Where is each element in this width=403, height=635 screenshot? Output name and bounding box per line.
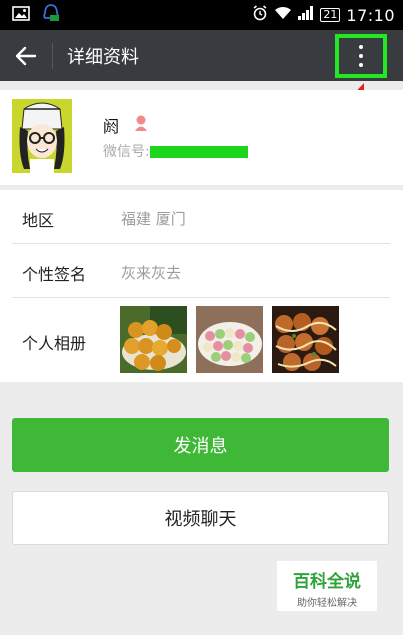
watermark-logo: 百科全说 助你轻松解决 xyxy=(277,561,377,611)
region-label: 地区 xyxy=(22,211,55,230)
action-bar-divider xyxy=(52,43,53,69)
signal-icon xyxy=(298,6,314,24)
back-button[interactable] xyxy=(10,40,42,72)
region-row: 地区 福建 厦门 xyxy=(0,190,403,243)
signature-value: 灰来灰去 xyxy=(121,264,182,282)
profile-card[interactable]: 阏 微信号: xyxy=(0,90,403,185)
wechat-id-redaction xyxy=(150,146,248,158)
region-value: 福建 厦门 xyxy=(121,210,186,228)
avatar[interactable] xyxy=(12,99,72,173)
battery-icon: 21 xyxy=(320,8,341,22)
alarm-icon xyxy=(252,5,268,25)
gallery-notification-icon xyxy=(12,5,30,25)
more-options-button[interactable] xyxy=(335,34,387,78)
status-clock: 17:10 xyxy=(346,5,395,25)
wifi-icon xyxy=(274,6,292,24)
back-arrow-icon xyxy=(15,46,37,66)
watermark-title: 百科全说 xyxy=(293,572,361,592)
wechat-id-label: 微信号: xyxy=(103,144,150,160)
female-gender-icon xyxy=(133,114,149,136)
send-message-button[interactable]: 发消息 xyxy=(12,418,389,472)
album-photo-2[interactable] xyxy=(196,306,263,373)
album-photo-3[interactable] xyxy=(272,306,339,373)
signature-label: 个性签名 xyxy=(22,265,87,284)
profile-name: 阏 xyxy=(103,117,120,136)
album-photo-1[interactable] xyxy=(120,306,187,373)
video-chat-button[interactable]: 视频聊天 xyxy=(12,491,389,545)
page-title: 详细资料 xyxy=(67,47,139,68)
signature-row: 个性签名 灰来灰去 xyxy=(0,244,403,297)
album-label: 个人相册 xyxy=(22,334,87,353)
info-card: 地区 福建 厦门 个性签名 灰来灰去 个人相册 xyxy=(0,190,403,382)
more-vertical-icon xyxy=(359,45,363,67)
watermark-subtitle: 助你轻松解决 xyxy=(297,598,357,609)
qq-notification-icon xyxy=(42,3,60,27)
status-bar: 21 17:10 xyxy=(0,0,403,30)
